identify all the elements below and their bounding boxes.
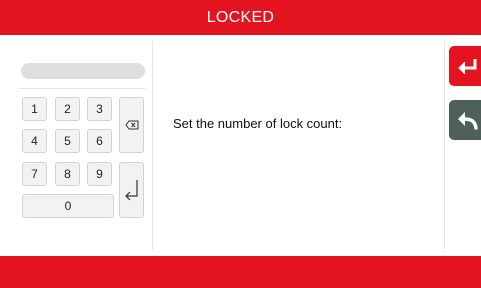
key-1[interactable]: 1: [22, 97, 47, 121]
number-display: [21, 63, 145, 79]
divider: [18, 88, 146, 89]
footer-bar: [0, 256, 481, 288]
key-0[interactable]: 0: [22, 194, 114, 218]
backspace-button[interactable]: [119, 97, 144, 153]
title-bar: LOCKED: [0, 0, 481, 35]
enter-icon: [458, 59, 477, 75]
keypad-enter-button[interactable]: [119, 162, 144, 218]
confirm-button[interactable]: [449, 46, 481, 86]
key-3[interactable]: 3: [87, 97, 112, 121]
backspace-icon: [124, 120, 138, 130]
key-2[interactable]: 2: [55, 97, 80, 121]
back-arrow-icon: [458, 112, 478, 130]
lock-count-prompt: Set the number of lock count:: [173, 116, 343, 131]
key-6[interactable]: 6: [87, 129, 112, 153]
key-8[interactable]: 8: [55, 162, 80, 186]
key-7[interactable]: 7: [22, 162, 47, 186]
key-4[interactable]: 4: [22, 129, 47, 153]
key-9[interactable]: 9: [87, 162, 112, 186]
enter-icon: [124, 180, 138, 201]
page-title: LOCKED: [206, 8, 275, 26]
key-5[interactable]: 5: [55, 129, 80, 153]
back-button[interactable]: [449, 100, 481, 140]
